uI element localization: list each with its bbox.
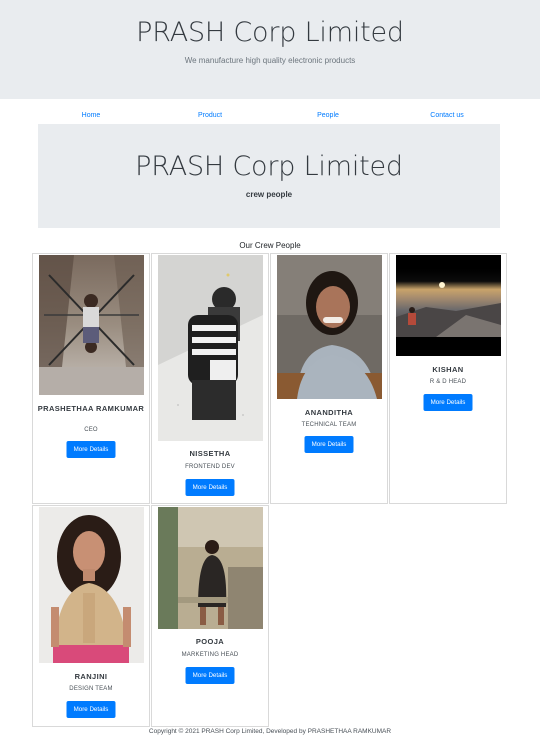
- crew-name: PRASHETHAA RAMKUMAR: [37, 404, 145, 413]
- crew-name: KISHAN: [432, 365, 464, 374]
- nav-product[interactable]: Product: [198, 112, 222, 119]
- crew-photo: [396, 255, 501, 356]
- crew-heading: Our Crew People: [239, 241, 301, 250]
- more-details-button[interactable]: More Details: [66, 701, 116, 718]
- banner-subtitle: crew people: [245, 190, 293, 199]
- nav-home[interactable]: Home: [82, 112, 101, 119]
- crew-photo: [158, 255, 263, 441]
- site-tagline: We manufacture high quality electronic p…: [184, 56, 356, 65]
- crew-card: POOJA MARKETING HEAD More Details: [151, 505, 269, 727]
- crew-name: ANANDITHA: [304, 408, 354, 417]
- banner-title: PRASH Corp Limited: [135, 151, 403, 182]
- nav-contact[interactable]: Contact us: [430, 112, 463, 119]
- crew-photo: [39, 507, 144, 663]
- crew-card: RANJINI DESIGN TEAM More Details: [32, 505, 150, 727]
- more-details-button[interactable]: More Details: [304, 436, 354, 453]
- site-title: PRASH Corp Limited: [136, 17, 404, 48]
- main-nav: Home Product People Contact us: [0, 112, 540, 124]
- crew-name: RANJINI: [74, 672, 108, 681]
- nav-people[interactable]: People: [317, 112, 339, 119]
- footer-copyright: Copyright © 2021 PRASH Corp Limited, Dev…: [148, 728, 392, 735]
- people-banner: PRASH Corp Limited crew people: [38, 124, 500, 228]
- crew-photo: [158, 507, 263, 629]
- crew-role: DESIGN TEAM: [69, 686, 113, 692]
- crew-role: FRONTEND DEV: [185, 464, 235, 470]
- crew-photo: [39, 255, 144, 395]
- crew-card: ANANDITHA TECHNICAL TEAM More Details: [270, 253, 388, 504]
- crew-role: TECHNICAL TEAM: [301, 422, 357, 428]
- more-details-button[interactable]: More Details: [66, 441, 116, 458]
- crew-photo: [277, 255, 382, 399]
- crew-card: NISSETHA FRONTEND DEV More Details: [151, 253, 269, 504]
- header-jumbotron: PRASH Corp Limited We manufacture high q…: [0, 0, 540, 99]
- crew-card: KISHAN R & D HEAD More Details: [389, 253, 507, 504]
- more-details-button[interactable]: More Details: [185, 667, 235, 684]
- crew-name: POOJA: [195, 637, 225, 646]
- more-details-button[interactable]: More Details: [423, 394, 473, 411]
- more-details-button[interactable]: More Details: [185, 479, 235, 496]
- crew-role: MARKETING HEAD: [181, 652, 239, 658]
- crew-card: PRASHETHAA RAMKUMAR CEO More Details: [32, 253, 150, 504]
- crew-role: R & D HEAD: [429, 379, 467, 385]
- crew-role: CEO: [84, 427, 98, 433]
- crew-name: NISSETHA: [189, 449, 231, 458]
